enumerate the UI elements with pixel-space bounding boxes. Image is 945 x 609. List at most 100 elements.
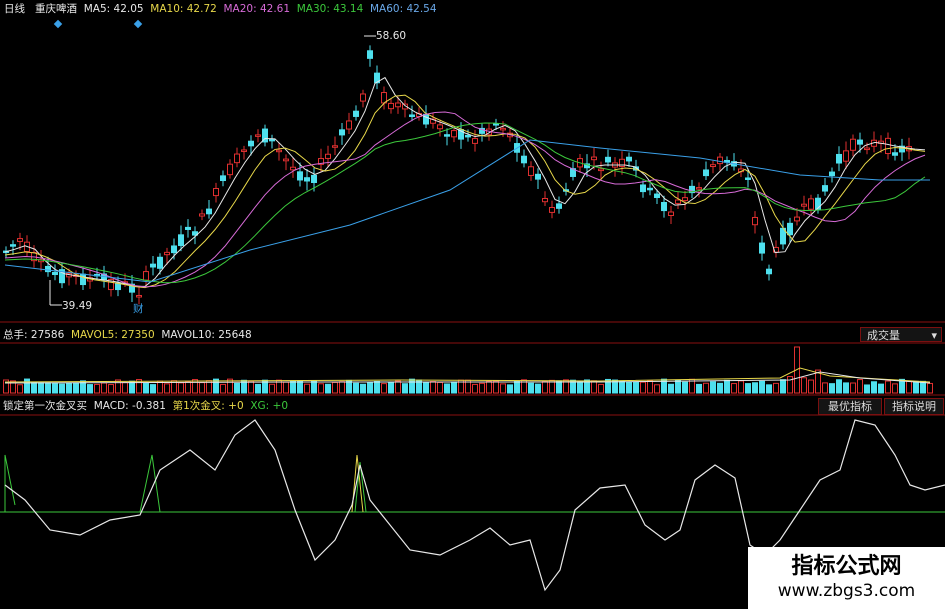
candle-body [801, 203, 807, 207]
candle-body [787, 222, 793, 236]
volume-bar [311, 380, 317, 394]
volume-bar [675, 379, 681, 394]
volume-bar [255, 383, 261, 394]
watermark-url: www.zbgs3.com [777, 581, 916, 601]
candle-body [822, 185, 828, 192]
volume-bar [290, 380, 296, 394]
ma60-line [4, 139, 930, 283]
candle-body [388, 102, 394, 110]
volume-bar [395, 380, 401, 394]
volume-indicator-dropdown[interactable]: 成交量 ▾ [860, 327, 942, 342]
volume-bar [885, 380, 891, 394]
candle-body [864, 147, 870, 151]
dropdown-label: 成交量 [867, 329, 900, 342]
volume-bar [269, 383, 275, 394]
volume-bar [640, 381, 646, 394]
candle-body [52, 271, 58, 276]
volume-bar [192, 379, 198, 394]
volume-bar [864, 384, 870, 394]
volume-bar [654, 384, 660, 394]
ma10-line [4, 94, 926, 289]
volume-bar [381, 383, 387, 394]
candle-body [682, 197, 688, 202]
volume-bar [178, 382, 184, 394]
candle-body [437, 124, 443, 130]
candle-body [598, 168, 604, 172]
candle-body [290, 166, 296, 171]
chevron-down-icon: ▾ [931, 329, 937, 342]
ma5-line [4, 76, 926, 287]
candle-body [843, 150, 849, 162]
volume-bar [850, 382, 856, 394]
candle-body [668, 211, 674, 217]
ma20-legend: MA20: 42.61 [223, 3, 291, 15]
volume-bar [913, 380, 919, 394]
volume-bar [759, 380, 765, 394]
volume-bar [577, 381, 583, 394]
candle-body [472, 138, 478, 144]
volume-bar [780, 379, 786, 394]
candle-body [283, 158, 289, 162]
xg-signal-line [139, 454, 161, 513]
mavol10-legend: MAVOL10: 25648 [161, 329, 252, 341]
candle-body [605, 156, 611, 163]
volume-bar [353, 382, 359, 394]
ma5-legend: MA5: 42.05 [83, 3, 144, 15]
volume-bar [31, 381, 37, 394]
volume-bar [45, 382, 51, 394]
volume-bar [822, 382, 828, 394]
volume-bar [668, 383, 674, 394]
finance-marker[interactable]: 财 [133, 302, 144, 316]
candle-body [80, 273, 86, 286]
volume-bar [787, 376, 793, 394]
candle-body [500, 127, 506, 131]
candle-body [136, 294, 142, 298]
indicator-help-button[interactable]: 指标说明 [884, 398, 944, 415]
mavol5-legend: MAVOL5: 27350 [70, 329, 155, 341]
volume-bar [374, 380, 380, 394]
volume-bar [682, 381, 688, 394]
volume-bar [17, 384, 23, 394]
volume-bar [444, 383, 450, 394]
candle-body [675, 199, 681, 204]
volume-bar [892, 383, 898, 394]
volume-bar [87, 384, 93, 394]
candle-body [157, 256, 163, 269]
volume-bar [738, 380, 744, 394]
candle-body [395, 102, 401, 108]
candle-body [892, 152, 898, 156]
first-cross-legend: 第1次金叉: +0 [172, 400, 244, 412]
candle-body [206, 208, 212, 215]
volume-bar [598, 383, 604, 394]
stock-name: 重庆啤酒 [35, 3, 78, 15]
best-indicator-button[interactable]: 最优指标 [818, 398, 882, 415]
candle-body [654, 193, 660, 199]
candle-body [234, 153, 240, 164]
volume-bar [752, 382, 758, 394]
volume-bar [647, 380, 653, 394]
volume-bar [59, 383, 65, 394]
volume-bar [619, 380, 625, 394]
volume-bar [528, 382, 534, 394]
period-label[interactable]: 日线 [4, 3, 25, 15]
volume-bar [248, 380, 254, 394]
candle-body [451, 130, 457, 138]
volume-bar [843, 382, 849, 394]
volume-bar [423, 381, 429, 394]
xg-legend: XG: +0 [250, 400, 289, 412]
candle-body [465, 134, 471, 138]
candle-body [10, 244, 16, 247]
volume-bar [500, 383, 506, 394]
volume-bar [150, 384, 156, 394]
macd-legend: MACD: -0.381 [93, 400, 166, 412]
candle-body [752, 216, 758, 226]
low-price-label: 39.49 [62, 300, 93, 312]
volume-bar [836, 379, 842, 394]
ma10-legend: MA10: 42.72 [150, 3, 217, 15]
volume-bar [871, 381, 877, 394]
ma60-legend: MA60: 42.54 [369, 3, 437, 15]
candle-body [150, 263, 156, 268]
volume-bar [332, 381, 338, 394]
indicator-legend: 锁定第一次金叉买 MACD: -0.381 第1次金叉: +0 XG: +0 [3, 399, 288, 413]
candle-body [808, 198, 814, 210]
